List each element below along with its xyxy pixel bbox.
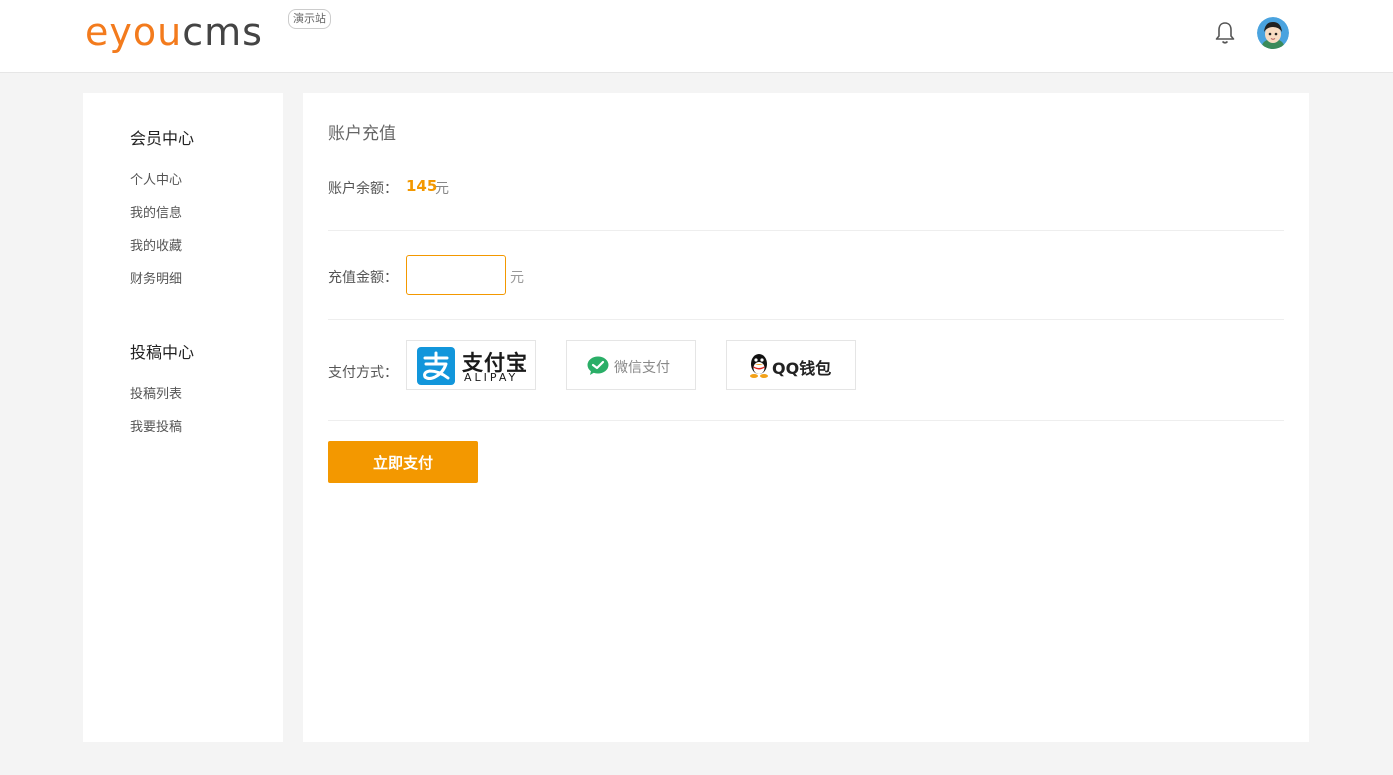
balance-value: 145: [406, 177, 438, 195]
qq-penguin-icon: [748, 353, 770, 379]
sidebar-item-finance-details[interactable]: 财务明细: [130, 268, 182, 287]
sidebar-item-submission-list[interactable]: 投稿列表: [130, 383, 182, 402]
alipay-icon: [417, 347, 455, 385]
amount-label: 充值金额：: [328, 270, 398, 286]
alipay-option[interactable]: 支付宝 ALIPAY: [406, 340, 536, 390]
sidebar-group-title-submission: 投稿中心: [130, 343, 195, 362]
balance-label: 账户余额：: [328, 181, 398, 197]
logo-part-cms: cms: [182, 10, 263, 54]
pay-now-button[interactable]: 立即支付: [328, 441, 478, 483]
amount-unit: 元: [510, 270, 524, 286]
wechat-icon: [587, 356, 609, 376]
recharge-panel: 账户充值 账户余额： 145 元 充值金额： 元 支付方式： 支付宝 ALIPA…: [303, 93, 1309, 742]
qq-wallet-label: QQ钱包: [772, 359, 832, 378]
divider: [328, 420, 1284, 421]
amount-input[interactable]: [406, 255, 506, 295]
wechat-pay-option[interactable]: 微信支付: [566, 340, 696, 390]
avatar[interactable]: [1257, 17, 1289, 49]
wechat-pay-label: 微信支付: [614, 360, 670, 376]
qq-wallet-option[interactable]: QQ钱包: [726, 340, 856, 390]
payment-method-label: 支付方式：: [328, 365, 398, 381]
sidebar: 会员中心 个人中心 我的信息 我的收藏 财务明细 投稿中心 投稿列表 我要投稿: [83, 93, 283, 742]
alipay-sublabel: ALIPAY: [464, 371, 519, 384]
divider: [328, 230, 1284, 231]
sidebar-item-my-favorites[interactable]: 我的收藏: [130, 235, 182, 254]
balance-unit: 元: [435, 181, 449, 197]
sidebar-item-submit[interactable]: 我要投稿: [130, 416, 182, 435]
logo[interactable]: eyoucms: [85, 10, 263, 54]
sidebar-item-personal-center[interactable]: 个人中心: [130, 169, 182, 188]
top-header: eyoucms 演示站: [0, 0, 1393, 73]
sidebar-group-title-member: 会员中心: [130, 129, 195, 148]
demo-badge: 演示站: [288, 9, 331, 29]
page-title: 账户充值: [328, 124, 396, 144]
sidebar-item-my-info[interactable]: 我的信息: [130, 202, 182, 221]
bell-icon[interactable]: [1213, 20, 1237, 46]
logo-part-eyou: eyou: [85, 10, 183, 54]
divider: [328, 319, 1284, 320]
